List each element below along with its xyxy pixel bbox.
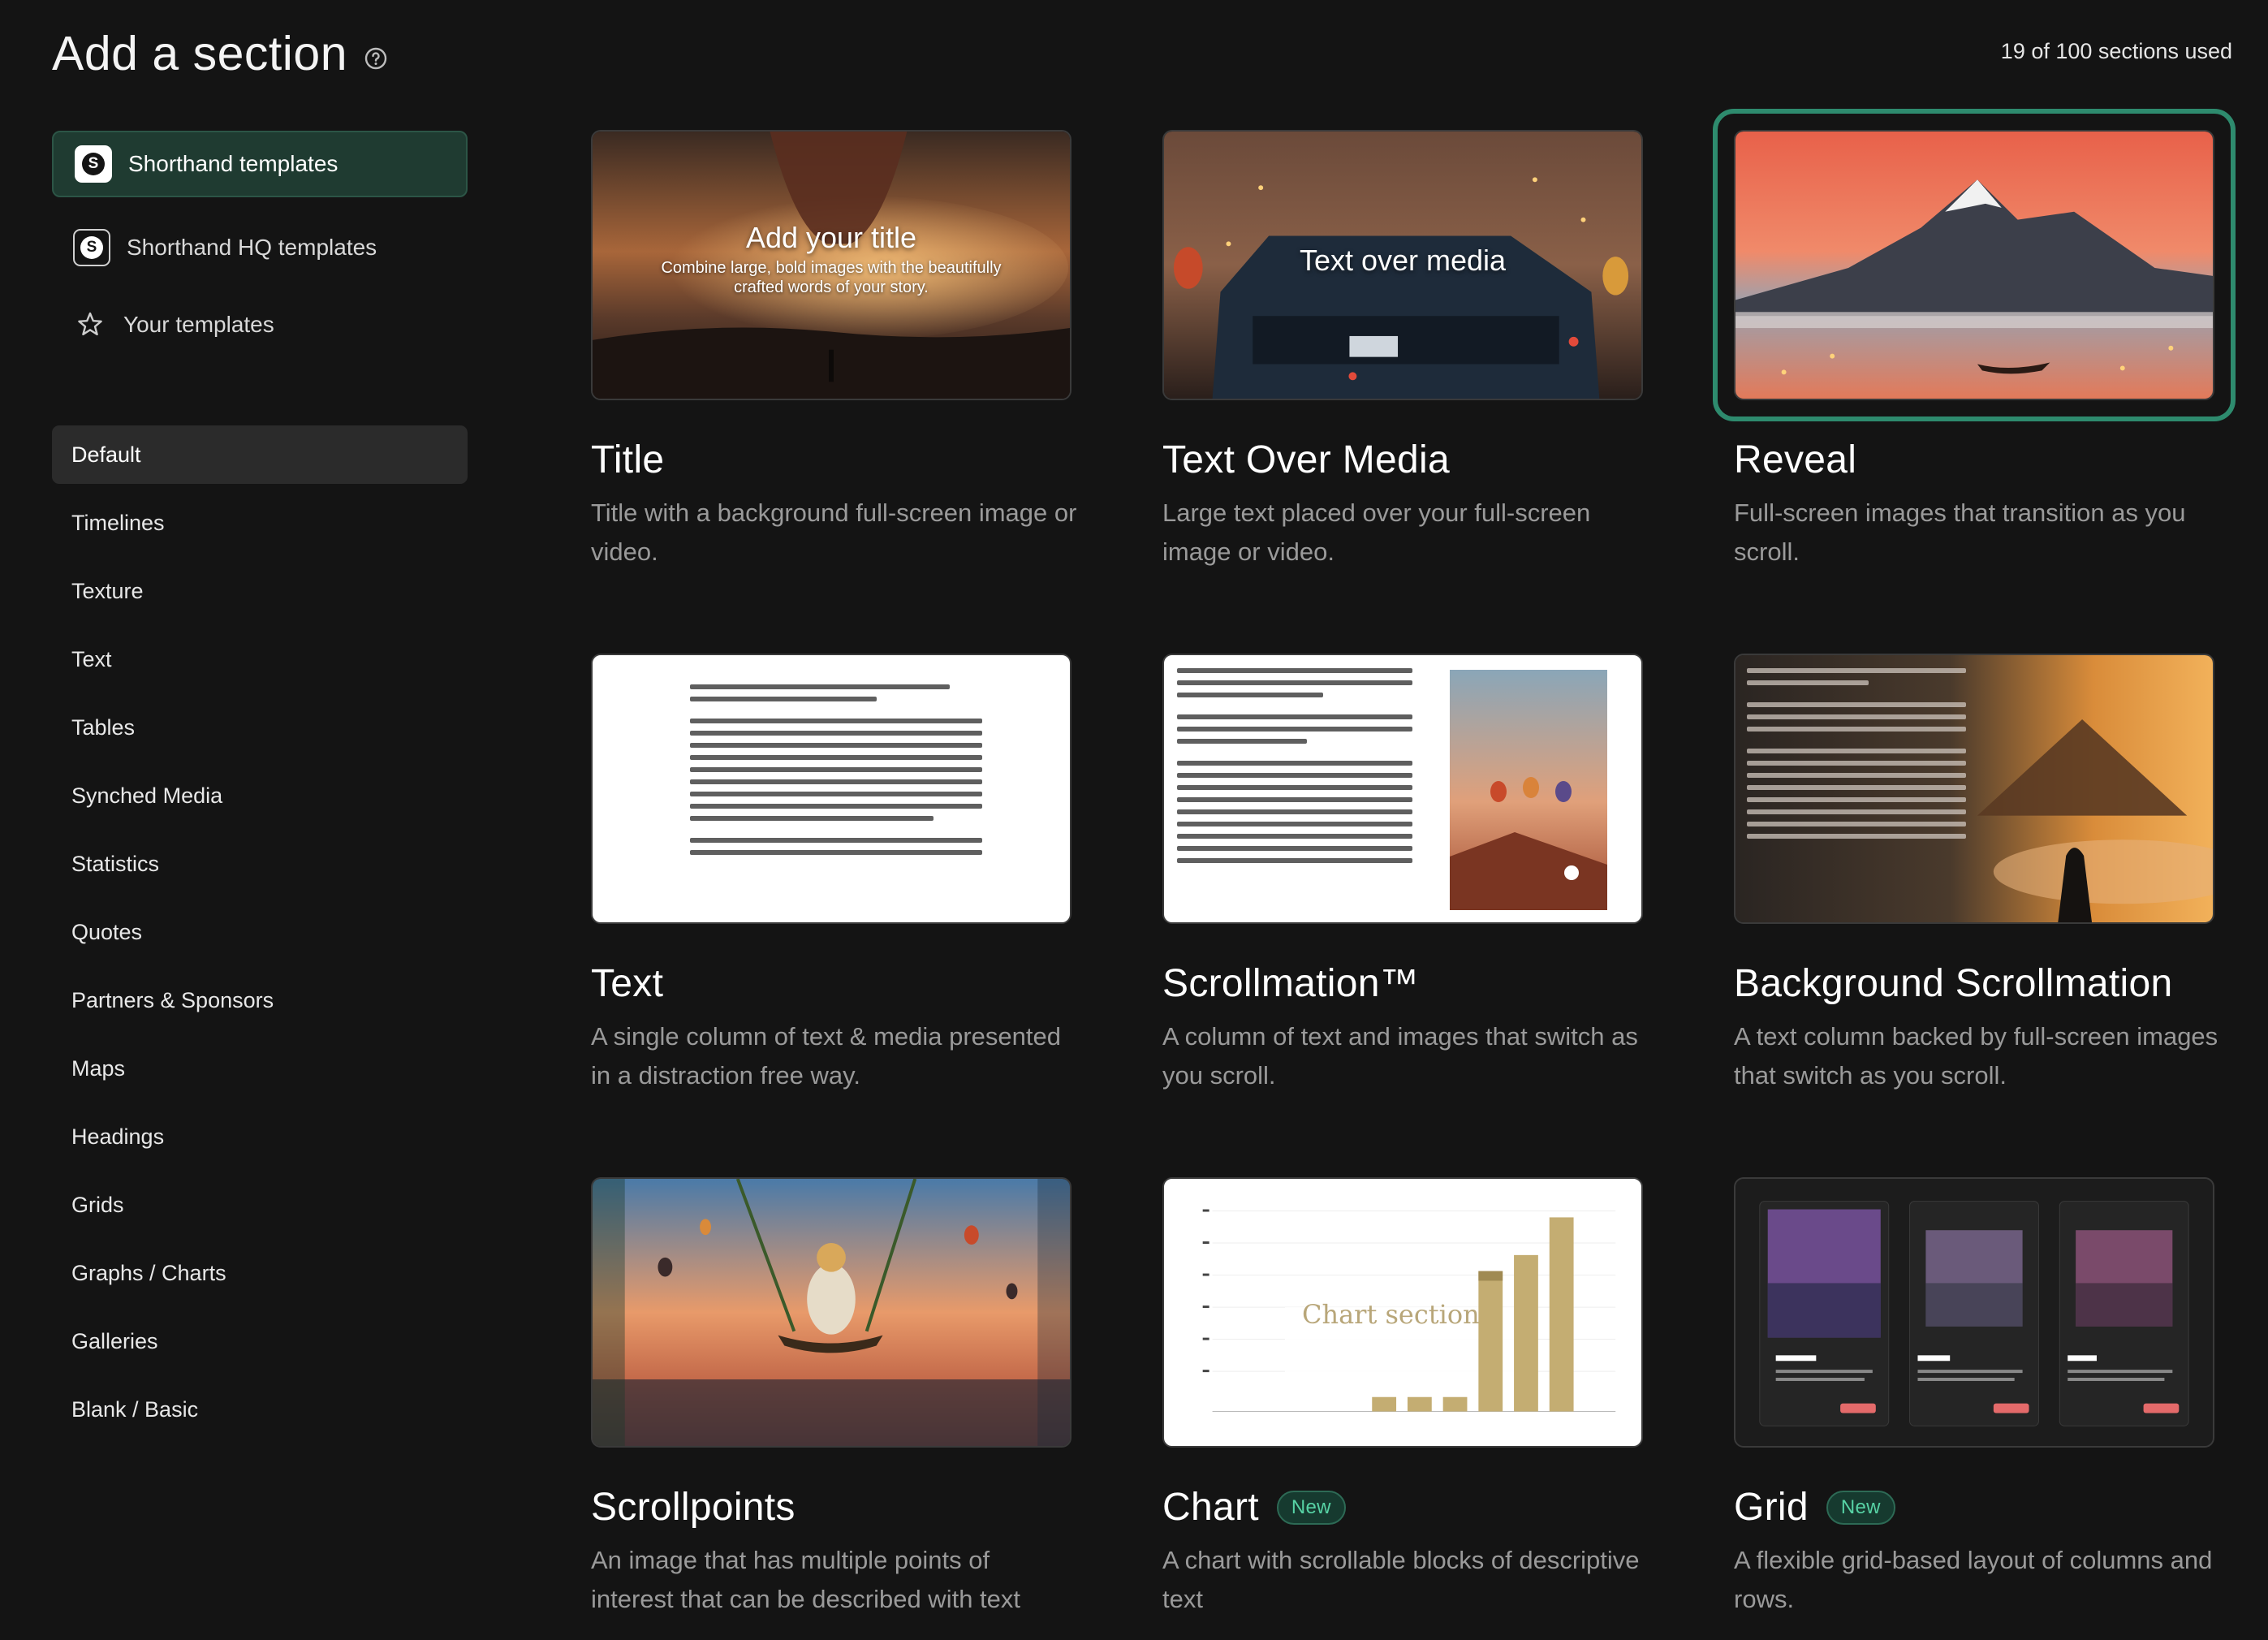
source-your-templates[interactable]: Your templates — [52, 291, 468, 358]
help-circle-icon[interactable] — [364, 46, 388, 71]
section-card-title[interactable]: Add your title Combine large, bold image… — [591, 130, 1076, 572]
card-description: An image that has multiple points of int… — [591, 1546, 1021, 1613]
category-statistics[interactable]: Statistics — [52, 835, 468, 893]
category-galleries[interactable]: Galleries — [52, 1312, 468, 1370]
shorthand-logo-icon: S — [75, 145, 112, 183]
category-synched-media[interactable]: Synched Media — [52, 766, 468, 825]
document-text-preview — [1177, 668, 1412, 870]
card-title: Text Over Media — [1162, 438, 1450, 481]
card-description: A chart with scrollable blocks of descri… — [1162, 1546, 1640, 1613]
thumbnail-subtitle-text: Combine large, bold images with the beau… — [661, 259, 1002, 296]
card-description: A column of text and images that switch … — [1162, 1022, 1638, 1090]
category-text[interactable]: Text — [52, 630, 468, 688]
scrollmation-preview-image — [1450, 670, 1607, 910]
thumbnail-title-text: Chart section — [1302, 1299, 1480, 1330]
section-card-grid[interactable]: Grid New A flexible grid-based layout of… — [1734, 1177, 2214, 1619]
card-title: Chart New — [1162, 1485, 1643, 1530]
card-title: Title — [591, 438, 665, 481]
new-badge: New — [1276, 1490, 1346, 1525]
card-title: Scrollmation™ — [1162, 962, 1419, 1005]
thumbnail-title-text: Text over media — [1299, 244, 1507, 277]
card-description: Large text placed over your full-screen … — [1162, 498, 1591, 566]
category-blank-basic[interactable]: Blank / Basic — [52, 1380, 468, 1439]
title-section-thumbnail[interactable]: Add your title Combine large, bold image… — [591, 130, 1071, 400]
source-shorthand-templates[interactable]: S Shorthand templates — [52, 131, 468, 197]
grid-section-thumbnail[interactable] — [1734, 1177, 2214, 1448]
card-title: Reveal — [1734, 438, 1857, 481]
category-texture[interactable]: Texture — [52, 562, 468, 620]
card-description: A single column of text & media presente… — [591, 1022, 1061, 1090]
scrollmation-thumbnail[interactable] — [1162, 654, 1643, 924]
section-card-text[interactable]: Text A single column of text & media pre… — [591, 654, 1071, 1095]
category-graphs-charts[interactable]: Graphs / Charts — [52, 1244, 468, 1302]
section-card-background-scrollmation[interactable]: Background Scrollmation A text column ba… — [1734, 654, 2218, 1095]
section-card-chart[interactable]: Chart section Chart New A chart with scr… — [1162, 1177, 1643, 1619]
card-description: A flexible grid-based layout of columns … — [1734, 1546, 2213, 1613]
card-title: Text — [591, 962, 664, 1005]
card-description: Full-screen images that transition as yo… — [1734, 498, 2186, 566]
card-description: Title with a background full-screen imag… — [591, 498, 1077, 566]
background-scrollmation-thumbnail[interactable] — [1734, 654, 2214, 924]
source-label: Shorthand templates — [128, 151, 338, 176]
text-section-thumbnail[interactable] — [591, 654, 1071, 924]
text-over-media-thumbnail[interactable]: Text over media — [1162, 130, 1643, 400]
category-timelines[interactable]: Timelines — [52, 494, 468, 552]
scrollpoints-thumbnail[interactable] — [591, 1177, 1071, 1448]
category-default[interactable]: Default — [52, 425, 468, 484]
document-text-preview — [1747, 668, 1966, 846]
thumbnail-title-text: Add your title — [745, 221, 917, 254]
shorthand-logo-outline-icon: S — [73, 229, 110, 266]
card-title: Background Scrollmation — [1734, 962, 2173, 1005]
card-description: A text column backed by full-screen imag… — [1734, 1022, 2218, 1090]
chart-section-thumbnail[interactable]: Chart section — [1162, 1177, 1643, 1448]
page-title: Add a section — [52, 27, 348, 80]
page-title-row: Add a section — [52, 24, 388, 83]
section-card-text-over-media[interactable]: Text over media Text Over Media Large te… — [1162, 130, 1643, 572]
new-badge: New — [1826, 1490, 1895, 1525]
reveal-thumbnail[interactable] — [1734, 130, 2214, 400]
document-text-preview — [690, 684, 982, 862]
sections-usage-counter: 19 of 100 sections used — [2000, 39, 2232, 63]
category-tables[interactable]: Tables — [52, 698, 468, 757]
source-label: Shorthand HQ templates — [127, 235, 377, 260]
card-title: Scrollpoints — [591, 1486, 796, 1529]
category-quotes[interactable]: Quotes — [52, 903, 468, 961]
card-title: Grid New — [1734, 1485, 2214, 1530]
category-partners-sponsors[interactable]: Partners & Sponsors — [52, 971, 468, 1029]
source-shorthand-hq-templates[interactable]: S Shorthand HQ templates — [52, 214, 468, 281]
section-card-reveal[interactable]: Reveal Full-screen images that transitio… — [1713, 109, 2236, 572]
section-card-scrollpoints[interactable]: Scrollpoints An image that has multiple … — [591, 1177, 1071, 1619]
source-label: Your templates — [123, 312, 274, 337]
star-icon — [78, 312, 102, 335]
category-maps[interactable]: Maps — [52, 1039, 468, 1098]
category-grids[interactable]: Grids — [52, 1176, 468, 1234]
section-card-scrollmation[interactable]: Scrollmation™ A column of text and image… — [1162, 654, 1643, 1095]
category-headings[interactable]: Headings — [52, 1107, 468, 1166]
